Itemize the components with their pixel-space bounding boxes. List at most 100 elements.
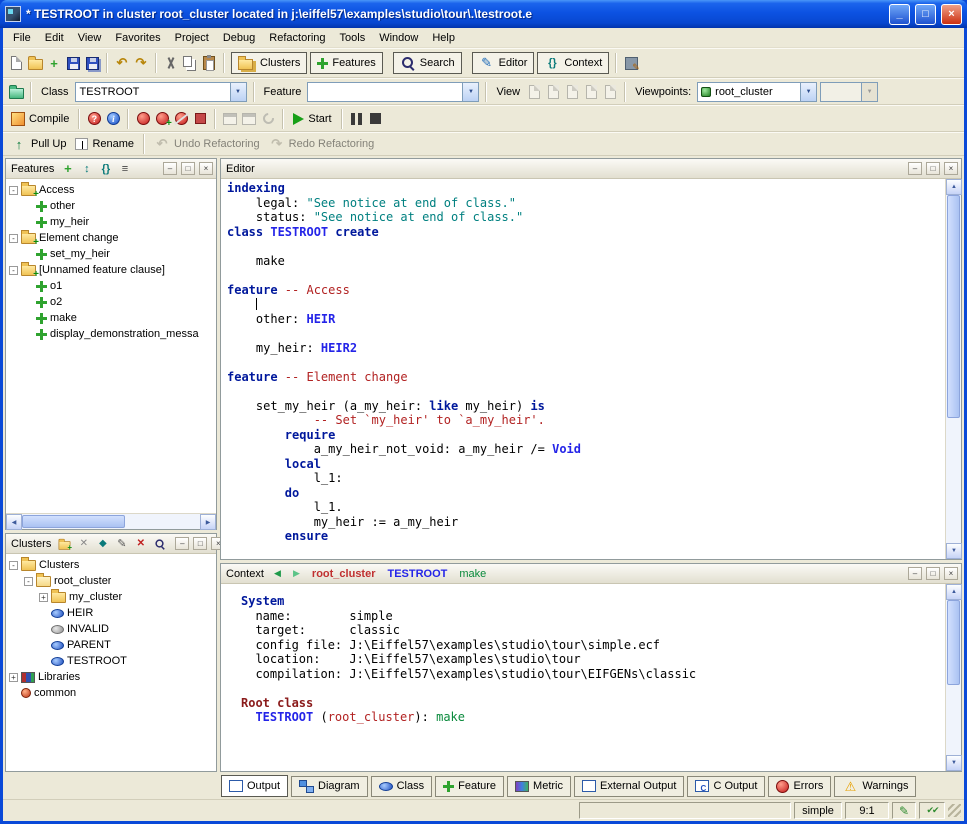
editor-code-line[interactable]	[227, 268, 945, 283]
scroll-up-button[interactable]	[946, 584, 962, 600]
features-maximize-button[interactable]: □	[181, 162, 195, 175]
menu-item-project[interactable]: Project	[168, 30, 216, 46]
remove-item-icon[interactable]	[76, 536, 91, 551]
view-contract-button[interactable]	[583, 84, 599, 100]
editor-tool-toggle[interactable]: Editor	[472, 52, 535, 74]
tab-warnings[interactable]: Warnings	[834, 776, 916, 797]
stop-button[interactable]	[368, 111, 384, 127]
tab-feature[interactable]: Feature	[435, 776, 504, 797]
check-button[interactable]	[86, 111, 102, 127]
context-maximize-button[interactable]: □	[926, 567, 940, 580]
view-interface-button[interactable]	[602, 84, 618, 100]
editor-code-line[interactable]: do	[227, 486, 945, 501]
breakpoint-add-button[interactable]	[154, 111, 170, 127]
scroll-down-button[interactable]	[946, 755, 962, 771]
editor-vertical-scrollbar[interactable]	[945, 179, 961, 559]
features-menu-icon[interactable]	[117, 161, 132, 176]
clusters-tree[interactable]: -Clusters-root_cluster+my_clusterHEIRINV…	[6, 554, 216, 771]
breakpoints-remove-button[interactable]	[192, 111, 208, 127]
add-feature-icon[interactable]	[60, 161, 75, 176]
save-button[interactable]	[65, 55, 81, 71]
editor-code-line[interactable]: l_1.	[227, 500, 945, 515]
context-panel-titlebar[interactable]: Context root_cluster TESTROOT make – □ ×	[221, 564, 961, 584]
edit-cluster-icon[interactable]	[114, 536, 129, 551]
menu-item-tools[interactable]: Tools	[333, 30, 373, 46]
menu-item-edit[interactable]: Edit	[38, 30, 71, 46]
editor-code-line[interactable]: local	[227, 457, 945, 472]
debug-window2-button[interactable]	[241, 111, 257, 127]
editor-code-line[interactable]: class TESTROOT create	[227, 225, 945, 240]
editor-code-line[interactable]	[227, 355, 945, 370]
editor-maximize-button[interactable]: □	[926, 162, 940, 175]
tab-output[interactable]: Output	[221, 775, 288, 797]
resize-grip[interactable]	[948, 804, 961, 817]
debug-window-button[interactable]	[222, 111, 238, 127]
editor-code-line[interactable]: ensure	[227, 529, 945, 544]
add-button[interactable]	[46, 55, 62, 71]
editor-code-line[interactable]	[227, 326, 945, 341]
copy-button[interactable]	[182, 55, 198, 71]
sync-state-button[interactable]	[919, 802, 945, 819]
tab-metric[interactable]: Metric	[507, 776, 571, 797]
scroll-thumb[interactable]	[947, 600, 960, 685]
features-close-button[interactable]: ×	[199, 162, 213, 175]
undo-button[interactable]	[114, 55, 130, 71]
clusters-panel-titlebar[interactable]: Clusters – □ ×	[6, 534, 216, 554]
cut-button[interactable]	[163, 55, 179, 71]
tab-errors[interactable]: Errors	[768, 776, 831, 797]
compile-button[interactable]: Compile	[8, 111, 72, 127]
menu-item-help[interactable]: Help	[425, 30, 462, 46]
editor-code-line[interactable]: l_1:	[227, 471, 945, 486]
context-minimize-button[interactable]: –	[908, 567, 922, 580]
editor-code-line[interactable]: require	[227, 428, 945, 443]
tab-c-output[interactable]: C Output	[687, 776, 765, 797]
scroll-down-button[interactable]	[946, 543, 962, 559]
context-close-button[interactable]: ×	[944, 567, 958, 580]
features-panel-titlebar[interactable]: Features – □ ×	[6, 159, 216, 179]
feature-item-other[interactable]: other	[6, 198, 216, 214]
menu-item-favorites[interactable]: Favorites	[108, 30, 167, 46]
tree-expander-icon[interactable]: -	[9, 234, 18, 243]
editor-code-line[interactable]: feature -- Access	[227, 283, 945, 298]
editor-code-line[interactable]: make	[227, 254, 945, 269]
breakpoint-button[interactable]	[135, 111, 151, 127]
feature-item-access[interactable]: -Access	[6, 182, 216, 198]
sort-features-icon[interactable]	[79, 161, 94, 176]
feature-item-o2[interactable]: o2	[6, 294, 216, 310]
features-tool-toggle[interactable]: Features	[310, 52, 382, 74]
feature-item-element-change[interactable]: -Element change	[6, 230, 216, 246]
menu-item-view[interactable]: View	[71, 30, 109, 46]
paste-button[interactable]	[201, 55, 217, 71]
tree-expander-icon[interactable]: -	[9, 266, 18, 275]
viewpoints-combo-arrow-icon[interactable]	[800, 83, 816, 101]
search-tool-toggle[interactable]: Search	[393, 52, 462, 74]
scroll-up-button[interactable]	[946, 179, 962, 195]
feature-item-make[interactable]: make	[6, 310, 216, 326]
scroll-track[interactable]	[946, 600, 961, 755]
refresh-button[interactable]	[260, 111, 276, 127]
scroll-left-button[interactable]	[6, 514, 22, 530]
editor-code-line[interactable]: feature -- Element change	[227, 370, 945, 385]
menu-item-window[interactable]: Window	[372, 30, 425, 46]
cluster-item-common[interactable]: common	[6, 685, 216, 701]
delete-cluster-icon[interactable]	[133, 536, 148, 551]
breadcrumb-cluster[interactable]: root_cluster	[308, 568, 380, 580]
features-minimize-button[interactable]: –	[163, 162, 177, 175]
view-flat-button[interactable]	[564, 84, 580, 100]
editor-panel-titlebar[interactable]: Editor – □ ×	[221, 159, 961, 179]
new-document-button[interactable]	[8, 55, 24, 71]
context-vertical-scrollbar[interactable]	[945, 584, 961, 771]
scroll-thumb[interactable]	[947, 195, 960, 418]
history-forward-icon[interactable]	[289, 566, 304, 581]
editor-minimize-button[interactable]: –	[908, 162, 922, 175]
cluster-item-testroot[interactable]: TESTROOT	[6, 653, 216, 669]
maximize-button[interactable]: □	[915, 4, 936, 25]
tree-expander-icon[interactable]: -	[24, 577, 33, 586]
breadcrumb-class[interactable]: TESTROOT	[384, 568, 452, 580]
class-combo-arrow-icon[interactable]	[230, 83, 246, 101]
breakpoints-disable-button[interactable]	[173, 111, 189, 127]
editor-text-area[interactable]: indexing legal: "See notice at end of cl…	[221, 179, 945, 559]
editor-code-line[interactable]: status: "See notice at end of class."	[227, 210, 945, 225]
editor-code-line[interactable]: legal: "See notice at end of class."	[227, 196, 945, 211]
scroll-thumb[interactable]	[22, 515, 125, 528]
